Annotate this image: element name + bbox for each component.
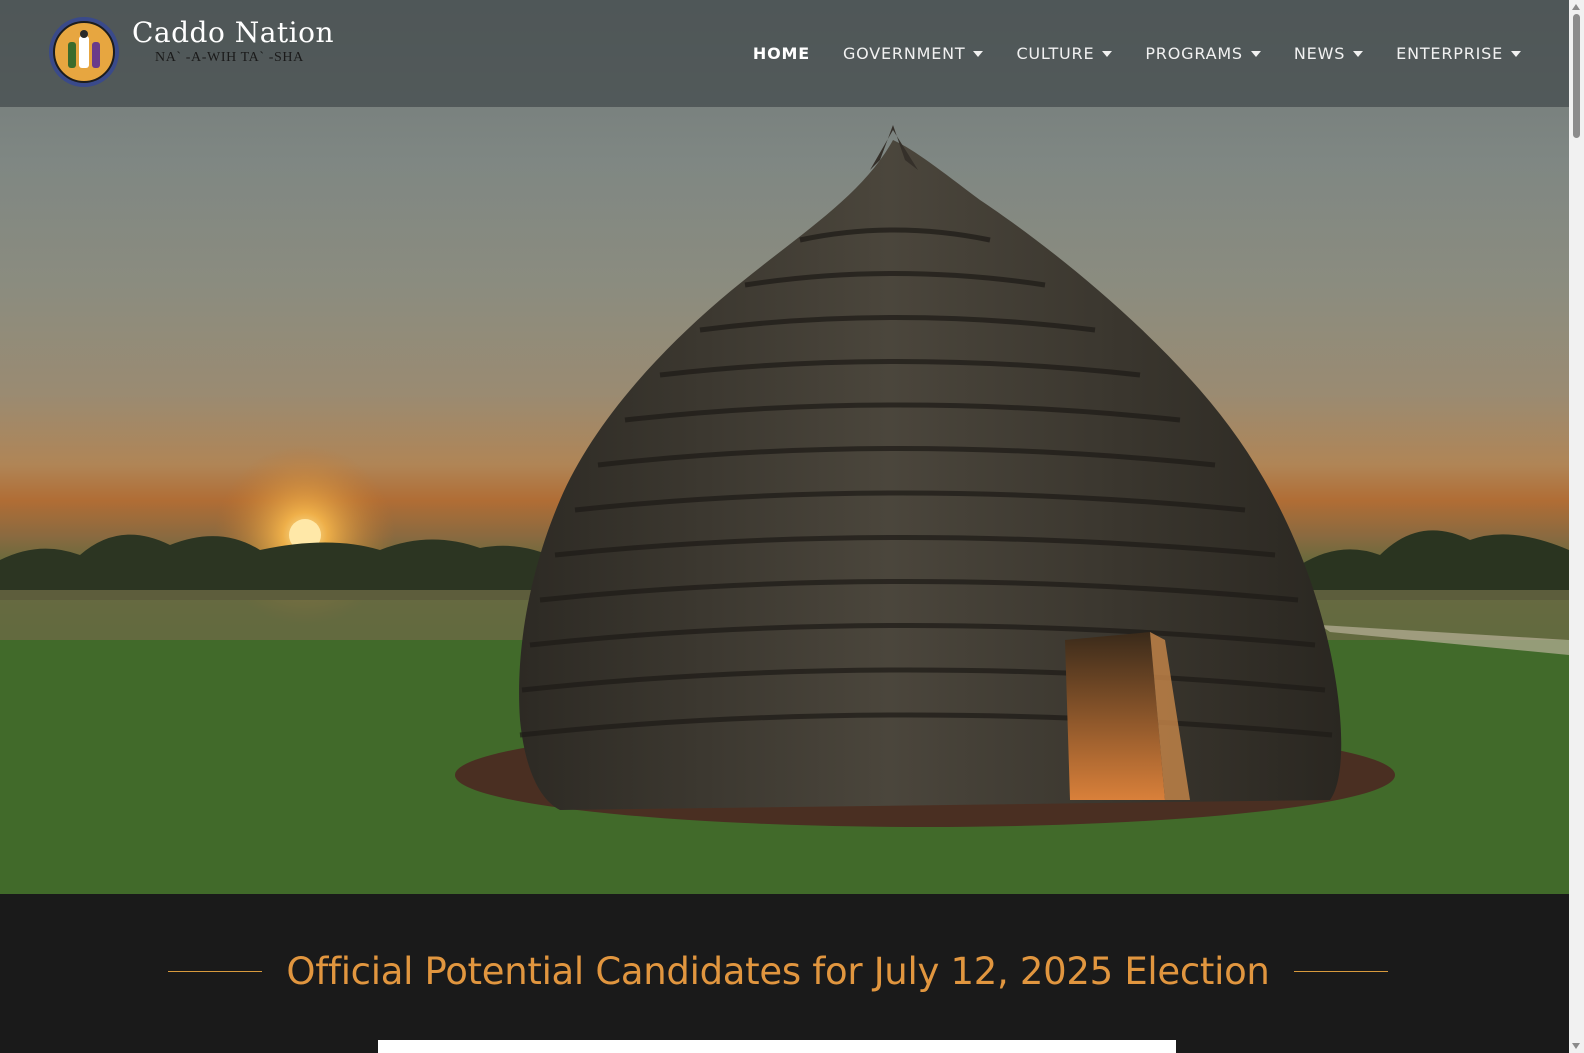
announcement-title: Official Potential Candidates for July 1… <box>286 950 1270 993</box>
caret-down-icon <box>1102 50 1113 57</box>
caret-down-icon <box>1250 50 1261 57</box>
page-scrollbar[interactable] <box>1569 0 1584 1053</box>
nav-item-enterprise[interactable]: ENTERPRISE <box>1396 44 1521 63</box>
nav-label: PROGRAMS <box>1145 44 1243 63</box>
announcement-heading-row: Official Potential Candidates for July 1… <box>168 950 1388 993</box>
site-subtitle: NA` -A-WIH TA` -SHA <box>155 50 304 65</box>
scroll-down-icon[interactable] <box>1572 1043 1580 1049</box>
divider-right <box>1293 971 1388 972</box>
nav-item-government[interactable]: GOVERNMENT <box>843 44 984 63</box>
content-card <box>378 1040 1176 1053</box>
hero-scene <box>0 125 1569 894</box>
hero-image <box>0 0 1569 894</box>
nav-label: ENTERPRISE <box>1396 44 1503 63</box>
announcement-section: Official Potential Candidates for July 1… <box>0 894 1569 1053</box>
nav-item-home[interactable]: HOME <box>753 44 810 63</box>
hut-door <box>1065 632 1165 800</box>
divider-left <box>168 971 263 972</box>
nav-item-news[interactable]: NEWS <box>1293 44 1364 63</box>
scrollbar-thumb[interactable] <box>1573 14 1580 138</box>
main-nav: HOME GOVERNMENT CULTURE PROGRAMS NEWS EN… <box>753 44 1521 63</box>
site-title[interactable]: Caddo Nation <box>132 16 334 49</box>
page: Caddo Nation NA` -A-WIH TA` -SHA HOME GO… <box>0 0 1569 1053</box>
nav-label: HOME <box>752 44 810 63</box>
site-header: Caddo Nation NA` -A-WIH TA` -SHA HOME GO… <box>0 0 1569 107</box>
caret-down-icon <box>973 50 984 57</box>
nav-item-culture[interactable]: CULTURE <box>1016 44 1113 63</box>
nav-label: NEWS <box>1293 44 1346 63</box>
grass-house <box>519 140 1342 810</box>
caddo-nation-seal-icon[interactable] <box>48 16 120 88</box>
nav-label: GOVERNMENT <box>842 44 966 63</box>
nav-label: CULTURE <box>1016 44 1095 63</box>
caret-down-icon <box>1353 50 1364 57</box>
nav-item-programs[interactable]: PROGRAMS <box>1145 44 1261 63</box>
treeline-right <box>1300 530 1569 600</box>
caret-down-icon <box>1511 50 1521 57</box>
scroll-up-icon[interactable] <box>1572 4 1580 10</box>
